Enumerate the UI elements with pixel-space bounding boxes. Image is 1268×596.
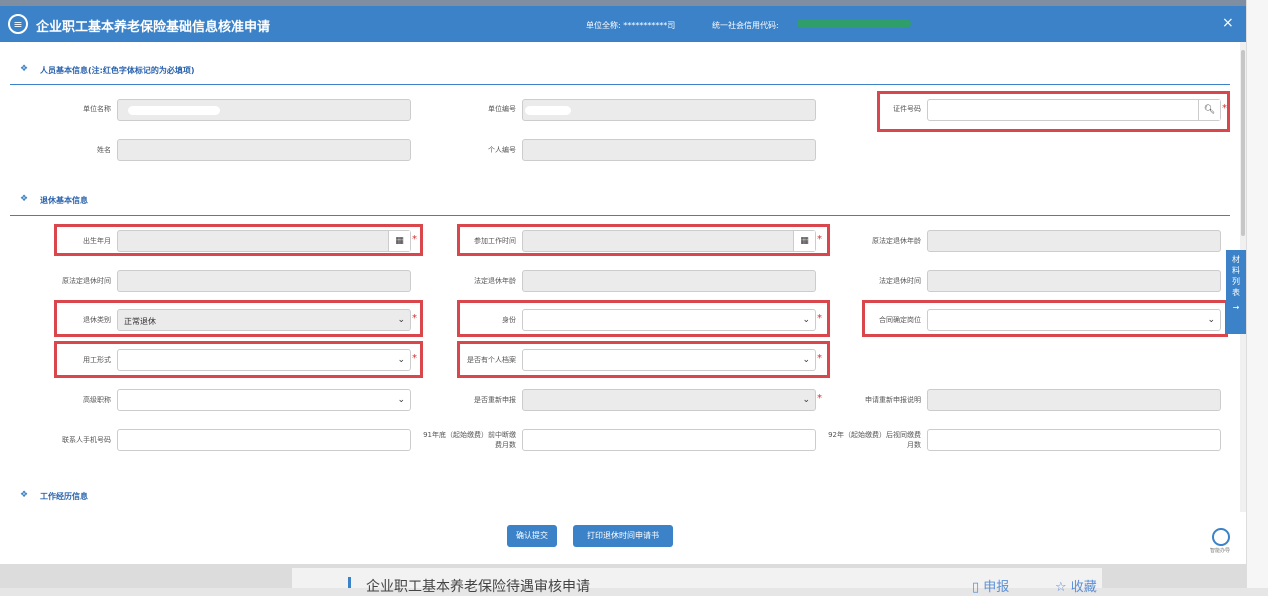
chevron-down-icon: ⌄: [397, 395, 405, 405]
section-work-icon: ❖: [20, 490, 29, 500]
legal-retire-age-field: [522, 270, 816, 292]
employment-form-label: 用工形式: [83, 356, 111, 364]
credit-code-label: 统一社会信用代码:: [712, 21, 779, 30]
employment-form-select[interactable]: ⌄: [117, 349, 411, 371]
personal-no-field: [522, 139, 816, 161]
orig-retire-time-field: [117, 270, 411, 292]
months-91-label: 91年底（起始缴费）前中断缴费月数: [423, 431, 516, 449]
required-mark: *: [1222, 103, 1227, 114]
resubmit-desc-label: 申请重新申报说明: [865, 396, 921, 404]
required-mark: *: [817, 234, 822, 245]
chevron-down-icon: ⌄: [397, 355, 405, 365]
birth-input[interactable]: ▦: [117, 230, 411, 252]
section-person-divider: [10, 84, 1230, 85]
phone-label: 联系人手机号码: [62, 436, 111, 444]
report-link[interactable]: ▯ 申报: [972, 576, 1009, 595]
resubmit-select[interactable]: ⌄: [522, 389, 816, 411]
favorite-link[interactable]: ☆ 收藏: [1055, 576, 1097, 595]
help-headset-icon[interactable]: [1212, 528, 1230, 546]
senior-title-select[interactable]: ⌄: [117, 389, 411, 411]
modal-footer: 确认提交 打印退休时间申请书: [0, 512, 1246, 564]
contract-post-label: 合同确定岗位: [879, 316, 921, 324]
identity-label: 身份: [502, 316, 516, 324]
form-list-icon: ≡: [8, 14, 28, 34]
modal-header: ≡ 企业职工基本养老保险基础信息核准申请 单位全称: ***********司 …: [0, 6, 1246, 42]
birth-label: 出生年月: [83, 237, 111, 245]
retire-type-value: 正常退休: [124, 317, 156, 326]
chevron-down-icon: ⌄: [802, 395, 810, 405]
orig-retire-time-label: 原法定退休时间: [62, 277, 111, 285]
unit-no-field: [522, 99, 816, 121]
required-mark: *: [412, 234, 417, 245]
retire-type-label: 退休类别: [83, 316, 111, 324]
materials-list-label: 材料列表: [1232, 255, 1240, 297]
materials-list-tab[interactable]: 材料列表 →: [1226, 250, 1246, 334]
has-archive-select[interactable]: ⌄: [522, 349, 816, 371]
legal-retire-time-field: [927, 270, 1221, 292]
unit-name-label: 单位名称: [83, 105, 111, 113]
months-91-input[interactable]: [522, 429, 816, 451]
modal-title: 企业职工基本养老保险基础信息核准申请: [36, 20, 271, 35]
section-work-title: 工作经历信息: [40, 492, 88, 501]
chevron-down-icon: ⌄: [1207, 315, 1215, 325]
scroll-thumb[interactable]: [1241, 50, 1245, 236]
months-92-input[interactable]: [927, 429, 1221, 451]
section-person-title: 人员基本信息(注:红色字体标记的为必填项): [40, 66, 195, 75]
orig-legal-age-label: 原法定退休年龄: [872, 237, 921, 245]
unit-name-field: [117, 99, 411, 121]
section-person-icon: ❖: [20, 64, 29, 74]
search-icon[interactable]: 🔍︎: [1198, 100, 1220, 120]
months-92-label: 92年（起始缴费）后视同缴费月数: [828, 431, 921, 449]
calendar-icon[interactable]: ▦: [793, 231, 815, 251]
personal-no-label: 个人编号: [488, 146, 516, 154]
close-button[interactable]: ×: [1222, 15, 1234, 31]
orig-legal-age-field: [927, 230, 1221, 252]
required-mark: *: [412, 353, 417, 364]
required-mark: *: [412, 313, 417, 324]
print-retire-application-button[interactable]: 打印退休时间申请书: [573, 525, 673, 547]
contract-post-select[interactable]: ⌄: [927, 309, 1221, 331]
chevron-down-icon: ⌄: [397, 315, 405, 325]
browser-side-strip: [1246, 0, 1268, 588]
work-start-input[interactable]: ▦: [522, 230, 816, 252]
help-label: 智能办导: [1210, 548, 1231, 554]
unit-full-name: 单位全称: ***********司: [586, 21, 676, 30]
id-no-input[interactable]: 🔍︎: [927, 99, 1221, 121]
identity-select[interactable]: ⌄: [522, 309, 816, 331]
background-page-title: 企业职工基本养老保险待遇审核申请: [366, 579, 590, 595]
phone-input[interactable]: [117, 429, 411, 451]
resubmit-desc-field: [927, 389, 1221, 411]
unit-no-label: 单位编号: [488, 105, 516, 113]
chevron-down-icon: ⌄: [802, 315, 810, 325]
arrow-right-icon: →: [1232, 303, 1240, 312]
required-mark: *: [817, 353, 822, 364]
credit-code-masked: [797, 19, 911, 28]
name-label: 姓名: [97, 146, 111, 154]
legal-retire-age-label: 法定退休年龄: [474, 277, 516, 285]
required-mark: *: [817, 393, 822, 404]
senior-title-label: 高级职称: [83, 396, 111, 404]
section-retire-icon: ❖: [20, 194, 29, 204]
title-accent-bar: [348, 577, 351, 588]
resubmit-label: 是否重新申报: [474, 396, 516, 404]
chevron-down-icon: ⌄: [802, 355, 810, 365]
section-retire-title: 退休基本信息: [40, 196, 88, 205]
required-mark: *: [817, 313, 822, 324]
section-retire-divider: [10, 215, 1230, 216]
calendar-icon[interactable]: ▦: [388, 231, 410, 251]
work-start-label: 参加工作时间: [474, 237, 516, 245]
confirm-submit-button[interactable]: 确认提交: [507, 525, 557, 547]
retire-type-select[interactable]: 正常退休 ⌄: [117, 309, 411, 331]
modal-body: ❖ 人员基本信息(注:红色字体标记的为必填项) 单位名称 单位编号 证件号码 🔍…: [0, 42, 1240, 512]
name-field: [117, 139, 411, 161]
has-archive-label: 是否有个人档案: [467, 356, 516, 364]
id-no-label: 证件号码: [893, 105, 921, 113]
legal-retire-time-label: 法定退休时间: [879, 277, 921, 285]
